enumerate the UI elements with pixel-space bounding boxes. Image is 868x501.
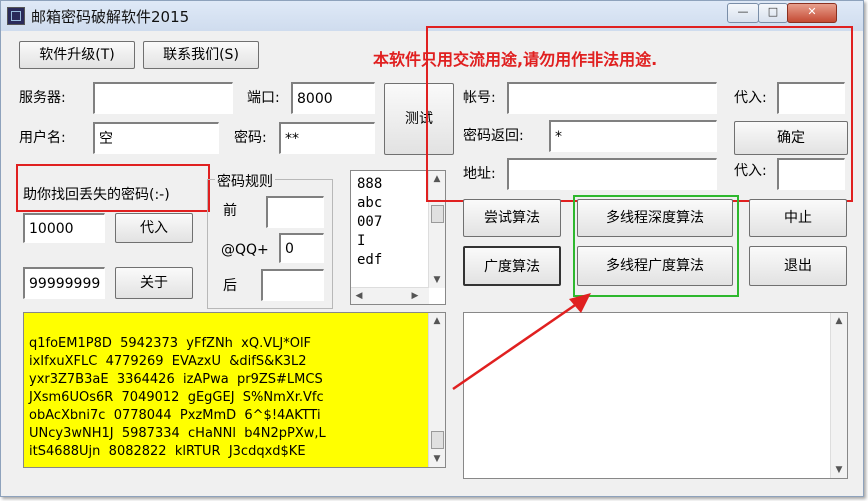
suffix-label: 后: [223, 278, 237, 294]
range-start-input[interactable]: 10000: [23, 213, 105, 243]
username-label: 用户名:: [19, 130, 66, 146]
contact-button[interactable]: 联系我们(S): [143, 41, 259, 69]
result-line: obAcXbni7c 0778044 PxzMmD 6^$!4AKTTi: [29, 408, 321, 423]
account-label: 帐号:: [463, 90, 496, 106]
server-label: 服务器:: [19, 90, 66, 106]
range-end-input[interactable]: 99999999: [23, 267, 105, 299]
qq-input[interactable]: 0: [279, 233, 324, 263]
app-icon: [7, 7, 25, 25]
scroll-down-icon[interactable]: ▼: [429, 451, 445, 467]
password-return-input[interactable]: *: [549, 120, 717, 152]
breadth-algorithm-button[interactable]: 广度算法: [463, 246, 561, 286]
result-line: JXsm6UOs6R 7049012 gEgGEJ S%NmXr.Vfc: [29, 390, 324, 405]
result-line: UNcy3wNH1J 5987334 cHaNNl b4N2pPXw,L: [29, 426, 326, 441]
port-input[interactable]: 8000: [291, 82, 375, 114]
app-window: 邮箱密码破解软件2015 — □ ✕ 软件升级(T) 联系我们(S) 服务器: …: [0, 0, 864, 497]
confirm-button[interactable]: 确定: [734, 121, 848, 155]
suffix-input[interactable]: [261, 269, 324, 301]
substitute-label-1: 代入:: [734, 90, 767, 106]
maximize-button[interactable]: □: [758, 3, 788, 23]
port-label: 端口:: [247, 90, 280, 106]
results-textarea[interactable]: q1foEM1P8D 5942373 yFfZNh xQ.VLJ*OlF ixIf…: [23, 312, 446, 468]
stop-button[interactable]: 中止: [749, 199, 847, 237]
address-label: 地址:: [463, 166, 496, 182]
prefix-label: 前: [223, 203, 237, 219]
qq-label: @QQ+: [221, 242, 269, 258]
window-title: 邮箱密码破解软件2015: [31, 8, 190, 26]
address-input[interactable]: [507, 158, 717, 190]
substitute-input-2[interactable]: [777, 158, 845, 190]
log-vscroll[interactable]: ▲ ▼: [830, 313, 847, 478]
substitute-label-2: 代入:: [734, 163, 767, 179]
scroll-right-icon[interactable]: ▶: [407, 288, 423, 304]
scroll-up-icon[interactable]: ▲: [831, 313, 847, 329]
password-input[interactable]: **: [279, 122, 375, 154]
prefix-input[interactable]: [266, 196, 324, 228]
substitute-input-1[interactable]: [777, 82, 845, 114]
annotation-arrow: [452, 293, 591, 391]
wordlist-hscroll[interactable]: ◀ ▶: [351, 287, 429, 304]
scroll-thumb[interactable]: [431, 431, 444, 449]
scroll-left-icon[interactable]: ◀: [351, 288, 367, 304]
scroll-down-icon[interactable]: ▼: [831, 462, 847, 478]
scroll-thumb[interactable]: [431, 205, 444, 223]
about-button[interactable]: 关于: [115, 267, 193, 299]
close-button[interactable]: ✕: [787, 3, 837, 23]
results-text: q1foEM1P8D 5942373 yFfZNh xQ.VLJ*OlF ixIf…: [24, 313, 445, 461]
password-rules-title: 密码规则: [215, 171, 275, 191]
minimize-button[interactable]: —: [727, 3, 759, 23]
substitute-button[interactable]: 代入: [115, 213, 193, 243]
password-return-label: 密码返回:: [463, 128, 524, 144]
upgrade-button[interactable]: 软件升级(T): [19, 41, 135, 69]
highlight-label: 助你找回丢失的密码(:-): [23, 187, 170, 203]
result-line: yxr3Z7B3aE 3364426 izAPwa pr9ZS#LMCS: [29, 372, 323, 387]
result-line: itS4688Ujn 8082822 klRTUR J3cdqxd$KE: [29, 444, 306, 459]
password-label: 密码:: [234, 130, 267, 146]
result-line: q1foEM1P8D 5942373 yFfZNh xQ.VLJ*OlF: [29, 336, 312, 351]
exit-button[interactable]: 退出: [749, 246, 847, 286]
result-line: ixIfxuXFLC 4779269 EVAzxU &difS&K3L2: [29, 354, 307, 369]
username-input[interactable]: 空: [93, 122, 219, 154]
account-input[interactable]: [507, 82, 717, 114]
try-algorithm-button[interactable]: 尝试算法: [463, 199, 561, 237]
server-input[interactable]: [93, 82, 233, 114]
